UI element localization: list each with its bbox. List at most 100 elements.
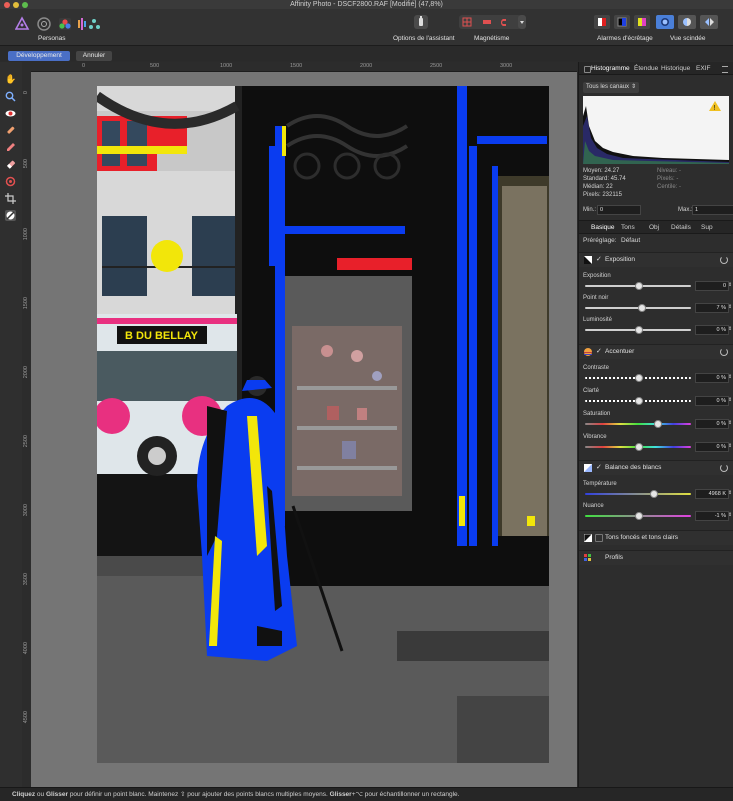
hand-tool-icon[interactable]: ✋ bbox=[5, 74, 16, 85]
export-persona-icon[interactable] bbox=[89, 19, 100, 29]
slider-handle[interactable] bbox=[649, 490, 658, 498]
slider-handle[interactable] bbox=[635, 443, 643, 451]
reset-icon[interactable] bbox=[720, 256, 728, 264]
stepper-icon[interactable]: ⇕ bbox=[728, 490, 732, 496]
crop-tool-icon[interactable] bbox=[5, 193, 16, 204]
enhance-check-icon[interactable]: ✓ bbox=[596, 347, 602, 355]
min-input[interactable]: 0 bbox=[597, 205, 641, 215]
slider-value-input[interactable]: 4968 K bbox=[695, 489, 729, 499]
white-balance-icon bbox=[584, 464, 592, 472]
develop-persona-icon[interactable] bbox=[59, 18, 71, 30]
hist-pixels: Pixels: 232115 bbox=[583, 192, 622, 198]
slider-handle[interactable] bbox=[638, 304, 647, 312]
develop-button[interactable]: Développement bbox=[8, 51, 70, 61]
reset-icon[interactable] bbox=[720, 348, 728, 356]
slider-track[interactable] bbox=[585, 493, 691, 495]
slider-track[interactable] bbox=[585, 423, 691, 425]
red-eye-tool-icon[interactable] bbox=[5, 108, 16, 119]
zoom-tool-icon[interactable] bbox=[5, 91, 16, 102]
reset-icon[interactable] bbox=[720, 464, 728, 472]
slider-value-input[interactable]: 7 % bbox=[695, 303, 729, 313]
panel-menu-icon[interactable] bbox=[722, 66, 728, 73]
preset-select[interactable]: Défaut bbox=[619, 235, 729, 245]
status-click: Cliquez bbox=[12, 791, 36, 798]
tab-histogram[interactable]: Histogramme bbox=[591, 65, 639, 72]
tab-details[interactable]: Détails bbox=[671, 224, 691, 231]
personas-label: Personas bbox=[38, 35, 66, 42]
stepper-icon[interactable]: ⇕ bbox=[728, 512, 732, 518]
stepper-icon[interactable]: ⇕ bbox=[728, 420, 732, 426]
cancel-button[interactable]: Annuler bbox=[76, 51, 112, 61]
tab-history[interactable]: Historique bbox=[661, 65, 701, 72]
exposure-section-header[interactable]: ✓ Exposition bbox=[579, 252, 733, 267]
slider-handle[interactable] bbox=[635, 397, 643, 405]
stepper-icon[interactable]: ⇕ bbox=[728, 374, 732, 380]
slider-value-input[interactable]: -1 % bbox=[695, 511, 729, 521]
photo-persona-icon[interactable] bbox=[15, 16, 30, 30]
hist-std: Standard: 45.74 bbox=[583, 176, 626, 182]
window-title: Affinity Photo - DSCF2800.RAF [Modifié] … bbox=[290, 1, 443, 8]
stepper-icon[interactable]: ⇕ bbox=[728, 397, 732, 403]
shadows-highlights-section-header[interactable]: Tons foncés et tons clairs bbox=[579, 530, 733, 545]
svg-text:!: ! bbox=[714, 105, 716, 112]
overlay-erase-tool-icon[interactable] bbox=[5, 159, 16, 170]
overlay-gradient-tool-icon[interactable] bbox=[5, 176, 16, 187]
exposure-check-icon[interactable]: ✓ bbox=[596, 255, 602, 263]
white-balance-section-header[interactable]: ✓ Balance des blancs bbox=[579, 460, 733, 475]
tone-mapping-persona-icon[interactable] bbox=[78, 18, 86, 30]
max-input[interactable]: 1 bbox=[692, 205, 733, 215]
stepper-icon[interactable]: ⇕ bbox=[728, 443, 732, 449]
white-balance-tool-icon[interactable] bbox=[5, 210, 16, 221]
clipping-warning-buttons[interactable] bbox=[594, 15, 654, 29]
stepper-icon[interactable]: ⇕ bbox=[728, 326, 732, 332]
slider-value-input[interactable]: 0 bbox=[695, 281, 729, 291]
slider-value-input[interactable]: 0 % bbox=[695, 442, 729, 452]
tab-tones[interactable]: Tons bbox=[621, 224, 635, 231]
assistant-icon[interactable] bbox=[414, 15, 428, 29]
snapping-controls[interactable] bbox=[459, 15, 521, 29]
ruler-tick-label: 1000 bbox=[220, 63, 233, 69]
photo-preview[interactable]: B DU BELLAY bbox=[97, 86, 549, 763]
slider-label: Nuance bbox=[583, 503, 604, 509]
shadows-highlights-checkbox[interactable] bbox=[595, 534, 603, 542]
tab-scope[interactable]: Étendue bbox=[634, 65, 664, 72]
clipping-warnings-label: Alarmes d'écrêtage bbox=[597, 35, 653, 42]
blemish-tool-icon[interactable] bbox=[5, 125, 16, 136]
slider-value-input[interactable]: 0 % bbox=[695, 396, 729, 406]
white-balance-title: Balance des blancs bbox=[605, 464, 662, 471]
channel-select[interactable]: Tous les canaux ⇕ bbox=[583, 82, 639, 93]
snapping-guide-icon bbox=[483, 20, 491, 24]
clip-tones-icon bbox=[634, 15, 650, 29]
slider-handle[interactable] bbox=[654, 420, 663, 428]
slider-value-input[interactable]: 0 % bbox=[695, 419, 729, 429]
snapping-label: Magnétisme bbox=[474, 35, 510, 42]
profiles-section-header[interactable]: Profils bbox=[579, 550, 733, 565]
slider-handle[interactable] bbox=[635, 282, 643, 290]
tab-lens[interactable]: Obj bbox=[649, 224, 659, 231]
slider-value-input[interactable]: 0 % bbox=[695, 325, 729, 335]
assistant-options-label: Options de l'assistant bbox=[393, 35, 455, 42]
status-drag-2: Glisser bbox=[329, 791, 352, 798]
slider-handle[interactable] bbox=[635, 374, 643, 382]
liquify-persona-icon[interactable] bbox=[37, 17, 51, 31]
panel-close-icon[interactable] bbox=[584, 66, 591, 73]
stepper-icon[interactable]: ⇕ bbox=[728, 304, 732, 310]
min-label: Min.: bbox=[583, 207, 597, 213]
snapping-dropdown[interactable] bbox=[518, 15, 526, 29]
white-balance-check-icon[interactable]: ✓ bbox=[596, 463, 602, 471]
slider-value-input[interactable]: 0 % bbox=[695, 373, 729, 383]
tab-basic[interactable]: Basique bbox=[591, 224, 615, 231]
chevron-down-icon bbox=[520, 21, 524, 24]
tab-exif[interactable]: EXIF bbox=[696, 65, 716, 72]
horizontal-ruler: 0 500 1000 1500 2000 2500 3000 bbox=[22, 62, 577, 72]
enhance-section-header[interactable]: ✓ Accentuer bbox=[579, 344, 733, 359]
split-view-buttons[interactable] bbox=[656, 15, 720, 29]
max-label: Max.: bbox=[678, 207, 693, 213]
overlay-paint-tool-icon[interactable] bbox=[5, 142, 16, 153]
slider-handle[interactable] bbox=[635, 512, 643, 520]
slider-label: Point noir bbox=[583, 295, 609, 301]
stepper-icon[interactable]: ⇕ bbox=[728, 282, 732, 288]
slider-handle[interactable] bbox=[635, 326, 643, 334]
tab-overlays[interactable]: Sup bbox=[701, 224, 713, 231]
ruler-tick-label: 3000 bbox=[500, 63, 513, 69]
